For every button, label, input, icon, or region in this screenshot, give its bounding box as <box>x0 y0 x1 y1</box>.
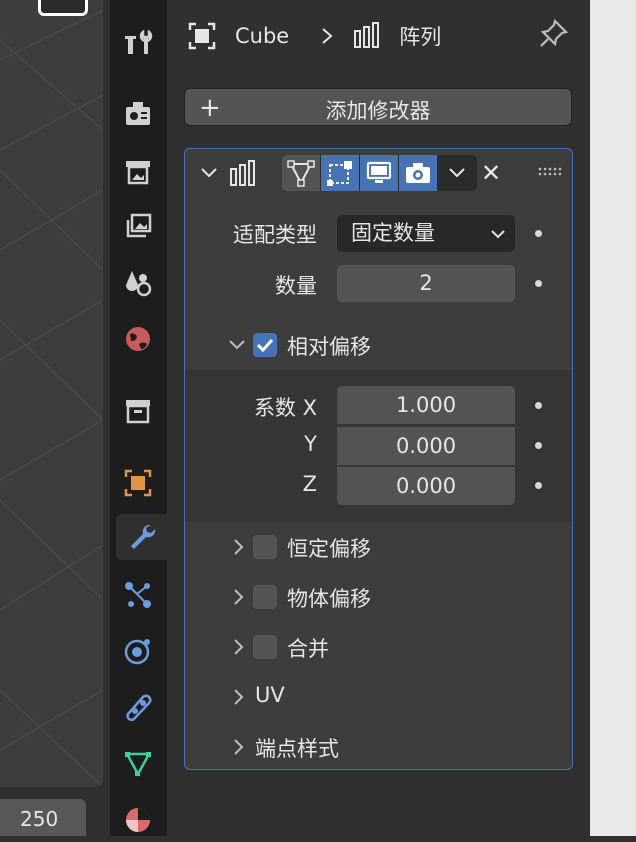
merge-label: 合并 <box>287 637 329 661</box>
constant-offset-label: 恒定偏移 <box>287 537 371 561</box>
world-icon <box>126 327 150 351</box>
fit-type-value: 固定数量 <box>351 221 435 245</box>
3d-viewport[interactable] <box>0 0 103 787</box>
factor-y-label: Y <box>304 432 317 456</box>
render-icon <box>126 102 150 125</box>
collection-tab[interactable] <box>114 388 162 434</box>
factor-y-field[interactable]: 0.000 <box>337 426 515 465</box>
viewport-gizmo-handle[interactable] <box>38 0 88 16</box>
adjacent-window <box>590 0 636 836</box>
breadcrumb: Cube 阵列 <box>187 14 441 58</box>
factor-x-label: 系数 X <box>253 396 317 420</box>
edit-mode-icon <box>327 161 352 186</box>
scene-icon <box>126 271 152 297</box>
count-field[interactable]: 2 <box>337 265 515 302</box>
chevron-right-icon <box>322 28 333 44</box>
frame-end-field[interactable]: 250 <box>0 799 86 836</box>
chevron-right-icon[interactable] <box>229 737 249 757</box>
tool-icon <box>125 29 153 54</box>
viewport-grid <box>0 9 103 787</box>
keyframe-dot[interactable] <box>535 280 542 287</box>
chevron-down-icon[interactable] <box>199 163 219 183</box>
chevron-right-icon[interactable] <box>229 687 249 707</box>
modifier-extras-dropdown[interactable] <box>438 155 477 191</box>
properties-panel: Cube 阵列 + 添加修改器 ✕ 适配类型 固定数量 数量 2 相对偏移 系数… <box>167 0 590 836</box>
data-tab[interactable] <box>114 740 162 786</box>
viewport-toggle[interactable] <box>360 155 399 191</box>
constraints-tab[interactable] <box>114 684 162 730</box>
chevron-right-icon[interactable] <box>229 537 249 557</box>
view-layer-tab[interactable] <box>114 204 162 250</box>
tool-tab[interactable] <box>114 18 162 64</box>
pin-icon[interactable] <box>537 18 569 50</box>
physics-icon <box>124 639 150 665</box>
drag-handle-icon[interactable] <box>538 167 562 177</box>
factor-x-field[interactable]: 1.000 <box>337 386 515 424</box>
modifier-header: ✕ <box>185 149 572 195</box>
add-modifier-button[interactable]: + 添加修改器 <box>184 88 572 126</box>
relative-offset-label: 相对偏移 <box>287 335 371 359</box>
keyframe-dot[interactable] <box>535 230 542 237</box>
object-offset-label: 物体偏移 <box>287 587 371 611</box>
on-cage-toggle[interactable] <box>282 155 321 191</box>
keyframe-dot[interactable] <box>535 482 542 489</box>
array-modifier-icon <box>230 160 255 186</box>
output-tab[interactable] <box>114 148 162 194</box>
monitor-icon <box>366 161 392 183</box>
breadcrumb-object: Cube <box>235 24 290 48</box>
add-modifier-label: 添加修改器 <box>325 99 431 123</box>
particles-icon <box>125 582 151 608</box>
count-label: 数量 <box>275 274 317 298</box>
constant-offset-checkbox[interactable] <box>253 535 277 559</box>
check-icon <box>256 338 274 353</box>
collection-icon <box>126 400 150 424</box>
material-tab[interactable] <box>114 796 162 842</box>
close-icon[interactable]: ✕ <box>481 159 501 187</box>
constraints-icon <box>126 694 152 722</box>
render-tab[interactable] <box>114 90 162 136</box>
relative-offset-checkbox[interactable] <box>253 333 277 357</box>
modifier-toggles <box>282 155 477 191</box>
breadcrumb-modifier: 阵列 <box>399 25 442 49</box>
edit-mode-toggle[interactable] <box>321 155 360 191</box>
keyframe-dot[interactable] <box>535 402 542 409</box>
material-icon <box>126 808 150 832</box>
object-icon <box>188 22 216 50</box>
array-modifier-icon <box>354 22 380 48</box>
vertex-triangle-icon <box>287 160 315 187</box>
render-toggle[interactable] <box>399 155 438 191</box>
chevron-right-icon[interactable] <box>229 637 249 657</box>
fit-type-select[interactable]: 固定数量 <box>337 215 515 252</box>
scene-tab[interactable] <box>114 260 162 306</box>
object-icon <box>124 469 152 497</box>
chevron-down-icon[interactable] <box>227 335 247 355</box>
camera-icon <box>406 163 430 183</box>
particles-tab[interactable] <box>114 572 162 618</box>
object-offset-checkbox[interactable] <box>253 585 277 609</box>
wrench-icon <box>130 524 155 549</box>
chevron-right-icon[interactable] <box>229 587 249 607</box>
chevron-down-icon <box>491 230 505 239</box>
output-icon <box>126 161 150 185</box>
modifier-tab[interactable] <box>116 514 167 560</box>
physics-tab[interactable] <box>114 628 162 674</box>
factor-z-field[interactable]: 0.000 <box>337 466 515 505</box>
chevron-down-icon <box>449 168 465 178</box>
view-layer-icon <box>126 213 152 238</box>
keyframe-dot[interactable] <box>535 442 542 449</box>
object-tab[interactable] <box>114 460 162 506</box>
caps-section-label[interactable]: 端点样式 <box>255 733 339 763</box>
array-modifier-panel: ✕ 适配类型 固定数量 数量 2 相对偏移 系数 X 1.000 Y 0.000… <box>184 148 573 770</box>
factor-z-label: Z <box>302 472 317 496</box>
properties-tab-bar <box>110 0 167 836</box>
mesh-data-icon <box>124 752 152 777</box>
fit-type-label: 适配类型 <box>233 223 317 247</box>
uv-section-label[interactable]: UV <box>255 683 285 707</box>
relative-offset-section: 系数 X 1.000 Y 0.000 Z 0.000 <box>185 370 572 522</box>
merge-checkbox[interactable] <box>253 635 277 659</box>
world-tab[interactable] <box>114 316 162 362</box>
